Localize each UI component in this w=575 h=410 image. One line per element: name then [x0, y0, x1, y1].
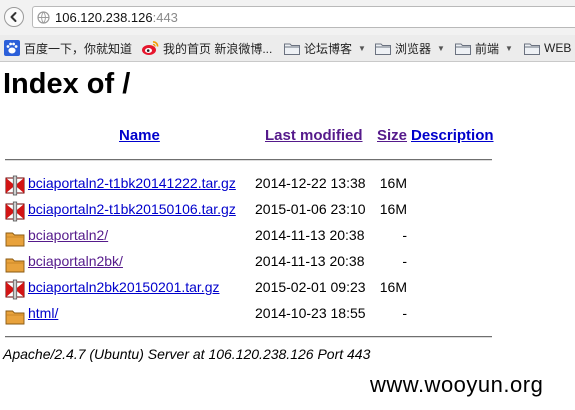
server-signature: Apache/2.4.7 (Ubuntu) Server at 106.120.… — [3, 346, 371, 362]
file-link[interactable]: bciaportaln2-t1bk20150106.tar.gz — [28, 201, 236, 217]
compressed-file-icon — [5, 175, 25, 196]
compressed-file-icon — [5, 279, 25, 300]
list-item: bciaportaln2bk/ 2014-11-13 20:38 - — [0, 250, 575, 275]
file-size: - — [402, 305, 407, 321]
last-modified: 2015-02-01 09:23 — [255, 279, 366, 295]
sort-by-description-link[interactable]: Description — [411, 127, 494, 144]
file-size: 16M — [379, 175, 407, 191]
last-modified: 2014-10-23 18:55 — [255, 305, 366, 321]
bookmark-label: 百度一下，你就知道 — [24, 41, 133, 56]
page-icon — [37, 10, 50, 24]
bookmark-baidu[interactable]: 百度一下，你就知道 — [4, 35, 132, 61]
file-link[interactable]: bciaportaln2-t1bk20141222.tar.gz — [28, 175, 236, 191]
bookmark-folder-forums[interactable]: 论坛博客 ▼ — [284, 35, 366, 61]
sort-by-name-link[interactable]: Name — [119, 127, 160, 144]
chevron-down-icon: ▼ — [358, 43, 366, 53]
chevron-down-icon: ▼ — [437, 43, 445, 53]
list-item: bciaportaln2-t1bk20141222.tar.gz 2014-12… — [0, 172, 575, 197]
bookmark-label: 前端 — [475, 41, 500, 56]
file-size: - — [402, 253, 407, 269]
directory-link[interactable]: bciaportaln2bk/ — [28, 253, 123, 269]
folder-icon — [5, 310, 25, 325]
weibo-icon — [142, 41, 159, 55]
last-modified: 2014-11-13 20:38 — [255, 227, 365, 243]
baidu-paw-icon — [4, 40, 20, 56]
directory-link[interactable]: bciaportaln2/ — [28, 227, 108, 243]
bookmark-folder-browsers[interactable]: 浏览器 ▼ — [375, 35, 445, 61]
bookmark-label: 我的首页 新浪微博... — [163, 41, 273, 56]
back-button[interactable] — [4, 7, 24, 27]
browser-toolbar: 106.120.238.126:443 — [0, 0, 575, 35]
chevron-down-icon: ▼ — [505, 43, 513, 53]
folder-icon — [284, 43, 300, 55]
file-size: 16M — [379, 201, 407, 217]
url-host: 106.120.238.126 — [55, 9, 153, 25]
address-bar[interactable]: 106.120.238.126:443 — [32, 6, 575, 28]
back-arrow-icon — [10, 12, 17, 22]
last-modified: 2015-01-06 23:10 — [255, 201, 366, 217]
list-item: bciaportaln2/ 2014-11-13 20:38 - — [0, 224, 575, 249]
bookmark-label: 浏览器 — [395, 41, 432, 56]
last-modified: 2014-12-22 13:38 — [255, 175, 366, 191]
compressed-file-icon — [5, 201, 25, 222]
sort-by-last-modified-link[interactable]: Last modified — [265, 127, 363, 144]
folder-icon — [5, 232, 25, 247]
folder-icon — [5, 258, 25, 273]
bookmarks-bar: 百度一下，你就知道 我的首页 新浪微博... 论坛博客 ▼ 浏览器 ▼ 前端 ▼… — [0, 35, 575, 62]
list-item: bciaportaln2bk20150201.tar.gz 2015-02-01… — [0, 276, 575, 301]
last-modified: 2014-11-13 20:38 — [255, 253, 365, 269]
directory-link[interactable]: html/ — [28, 305, 58, 321]
bookmark-weibo[interactable]: 我的首页 新浪微博... — [141, 35, 272, 61]
list-item: bciaportaln2-t1bk20150106.tar.gz 2015-01… — [0, 198, 575, 223]
bookmark-folder-web[interactable]: WEB — [524, 35, 571, 61]
divider — [5, 159, 492, 161]
bookmark-label: WEB — [544, 41, 572, 55]
folder-icon — [375, 43, 391, 55]
watermark: www.wooyun.org — [370, 372, 544, 397]
file-link[interactable]: bciaportaln2bk20150201.tar.gz — [28, 279, 219, 295]
bookmark-folder-frontend[interactable]: 前端 ▼ — [455, 35, 513, 61]
folder-icon — [524, 43, 540, 55]
file-size: 16M — [379, 279, 407, 295]
page-title: Index of / — [3, 68, 131, 100]
sort-by-size-link[interactable]: Size — [377, 127, 407, 144]
bookmark-label: 论坛博客 — [304, 41, 353, 56]
url-port: :443 — [152, 9, 178, 25]
file-size: - — [402, 227, 407, 243]
folder-icon — [455, 43, 471, 55]
list-item: html/ 2014-10-23 18:55 - — [0, 302, 575, 327]
divider — [5, 336, 492, 338]
